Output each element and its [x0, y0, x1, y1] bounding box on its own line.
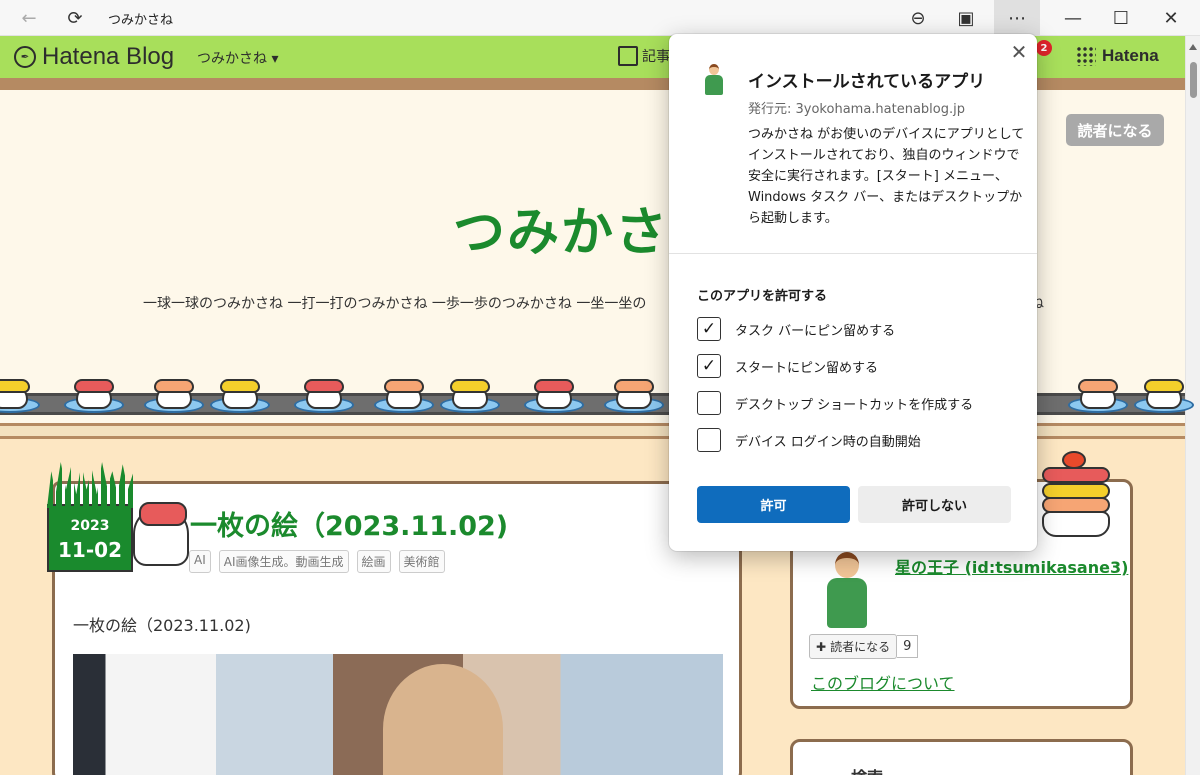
dialog-title: インストールされているアプリ: [748, 72, 986, 92]
deny-button[interactable]: 許可しない: [858, 486, 1011, 523]
app-icon: [703, 64, 725, 98]
dialog-description-line: つみかさね がお使いのデバイスにアプリとして: [748, 127, 1025, 142]
search-module: 検索: [790, 739, 1133, 775]
tag-ai-generation[interactable]: AI画像生成。動画生成: [218, 550, 349, 573]
dialog-divider: [669, 253, 1037, 254]
dialog-description: つみかさね がお使いのデバイスにアプリとして インストールされており、独自のウィ…: [748, 124, 1025, 229]
permissions-section-title: このアプリを許可する: [697, 289, 828, 304]
hatena-menu[interactable]: Hatena: [1076, 46, 1159, 66]
minimize-icon[interactable]: —: [1050, 0, 1096, 36]
hatena-blog-logo-text: Hatena Blog: [42, 43, 175, 70]
about-blog-link[interactable]: このブログについて: [811, 670, 955, 694]
option-auto-start[interactable]: デバイス ログイン時の自動開始: [697, 428, 921, 452]
blog-description: 一球一球のつみかさね 一打一打のつみかさね 一歩一歩のつみかさね 一坐一坐の: [143, 296, 647, 312]
grass-decoration: [47, 462, 133, 508]
close-icon[interactable]: ✕: [1009, 40, 1029, 64]
article-image[interactable]: [73, 654, 723, 775]
sushi-mascot-icon: [133, 502, 189, 566]
tag-museum[interactable]: 美術館: [398, 550, 445, 573]
sushi-egg-icon: [440, 377, 500, 417]
dialog-description-line: Windows タスク バー、またはデスクトップか: [748, 190, 1023, 205]
option-desktop-shortcut[interactable]: デスクトップ ショートカットを作成する: [697, 391, 973, 415]
date-year: 2023: [70, 518, 110, 534]
sidebar-subscribe: ✚ 読者になる 9: [809, 634, 919, 659]
installed-app-dialog: ✕ インストールされているアプリ 発行元: 3yokohama.hatenabl…: [669, 34, 1037, 551]
date-badge: 2023 11-02: [47, 462, 133, 572]
edit-article-button[interactable]: 記事: [618, 46, 670, 66]
option-label: デバイス ログイン時の自動開始: [735, 434, 921, 450]
maximize-icon[interactable]: ☐: [1098, 0, 1144, 36]
sushi-egg-icon: [210, 377, 270, 417]
subscribe-button[interactable]: 読者になる: [1066, 114, 1164, 146]
refresh-icon[interactable]: ⟳: [60, 0, 90, 36]
sidebar-subscribe-label: 読者になる: [830, 640, 891, 654]
close-window-icon[interactable]: ✕: [1148, 0, 1194, 36]
search-module-title: 検索: [851, 764, 883, 775]
dialog-publisher: 発行元: 3yokohama.hatenablog.jp: [748, 102, 965, 117]
stacked-sushi-mascot-icon: [1036, 439, 1116, 539]
window-title: つみかさね: [108, 13, 174, 28]
browser-titlebar: ← ⟳ つみかさね ⊖ ▣ ⋯ — ☐ ✕: [0, 0, 1200, 36]
zoom-icon[interactable]: ⊖: [902, 0, 934, 36]
sushi-egg-icon: [1134, 377, 1194, 417]
profile-name-link[interactable]: 星の王子 (id:tsumikasane3): [895, 554, 1128, 578]
article-title[interactable]: 一枚の絵（2023.11.02): [190, 504, 508, 543]
hatena-dots-icon: [1076, 46, 1096, 66]
tag-ai[interactable]: AI: [189, 550, 211, 573]
sushi-tuna-icon: [64, 377, 124, 417]
plus-icon: ✚: [816, 639, 827, 654]
option-label: デスクトップ ショートカットを作成する: [735, 397, 974, 413]
blog-title[interactable]: つみかさ: [453, 190, 669, 265]
allow-button[interactable]: 許可: [697, 486, 850, 523]
sushi-tuna-icon: [524, 377, 584, 417]
dialog-description-line: 安全に実行されます。[スタート] メニュー、: [748, 169, 1008, 184]
tag-painting[interactable]: 絵画: [356, 550, 391, 573]
article-card: 2023 11-02 一枚の絵（2023.11.02) AI AI画像生成。動画…: [47, 462, 742, 775]
sushi-egg-icon: [0, 377, 40, 417]
sushi-shrimp-icon: [144, 377, 204, 417]
sidebar-subscribe-button[interactable]: ✚ 読者になる: [809, 634, 898, 659]
dialog-description-line: インストールされており、独自のウィンドウで: [748, 148, 1020, 163]
hatena-label: Hatena: [1102, 46, 1159, 65]
checkbox-checked-icon[interactable]: ✓: [697, 354, 721, 378]
hatena-pen-icon: ✒: [14, 46, 36, 68]
notification-badge[interactable]: 2: [1036, 40, 1052, 56]
blog-menu[interactable]: つみかさね ▾: [197, 48, 278, 68]
article-tags: AI AI画像生成。動画生成 絵画 美術館: [189, 550, 445, 573]
cast-icon[interactable]: ▣: [950, 0, 982, 36]
scroll-thumb[interactable]: [1190, 62, 1197, 98]
sushi-shrimp-icon: [1068, 377, 1128, 417]
dialog-description-line: ら起動します。: [748, 211, 838, 226]
edit-label: 記事: [642, 49, 670, 65]
more-options-icon[interactable]: ⋯: [994, 0, 1040, 36]
portrait-figure: [383, 664, 503, 775]
date-day: 11-02: [58, 538, 122, 562]
sushi-shrimp-icon: [604, 377, 664, 417]
back-icon[interactable]: ←: [14, 0, 44, 36]
sushi-shrimp-icon: [374, 377, 434, 417]
hatena-blog-logo[interactable]: ✒ Hatena Blog: [14, 43, 174, 71]
scroll-up-icon[interactable]: [1189, 44, 1197, 50]
checkbox-unchecked-icon[interactable]: [697, 428, 721, 452]
option-pin-taskbar[interactable]: ✓ タスク バーにピン留めする: [697, 317, 895, 341]
sushi-tuna-icon: [294, 377, 354, 417]
option-label: スタートにピン留めする: [735, 360, 879, 376]
checkbox-checked-icon[interactable]: ✓: [697, 317, 721, 341]
option-pin-start[interactable]: ✓ スタートにピン留めする: [697, 354, 878, 378]
subscriber-count: 9: [897, 635, 919, 658]
edit-icon: [618, 46, 638, 66]
checkbox-unchecked-icon[interactable]: [697, 391, 721, 415]
profile-avatar[interactable]: [821, 552, 873, 632]
option-label: タスク バーにピン留めする: [735, 323, 896, 339]
article-body-text: 一枚の絵（2023.11.02): [73, 616, 251, 635]
